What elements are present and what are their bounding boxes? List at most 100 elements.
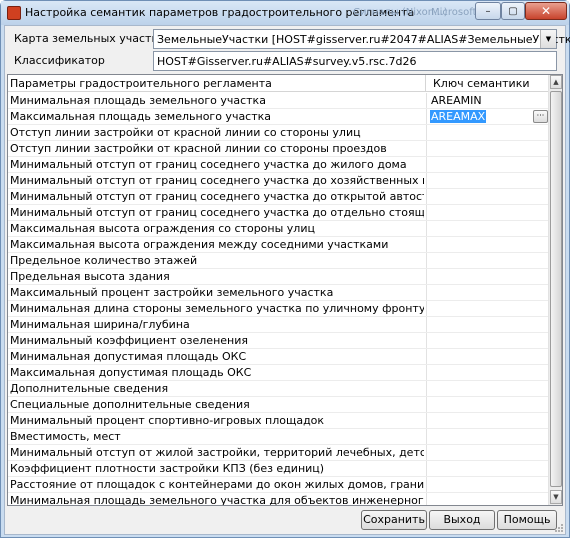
parameter-cell: Расстояние от площадок с контейнерами до… [10, 478, 424, 491]
semantic-key-cell[interactable] [426, 285, 549, 300]
parameter-cell: Минимальный отступ от жилой застройки, т… [10, 446, 424, 459]
chevron-down-icon[interactable]: ▼ [540, 30, 556, 48]
close-button[interactable]: ✕ [525, 2, 567, 20]
semantic-key-cell[interactable]: AREAMAX ··· [426, 109, 549, 124]
parameter-cell: Коэффициент плотности застройки КПЗ (без… [10, 462, 325, 475]
save-button[interactable]: Сохранить [361, 510, 427, 530]
map-field-label: Карта земельных участков [14, 32, 172, 45]
table-row[interactable]: Минимальная площадь земельного участка AR… [8, 93, 549, 109]
semantic-key-cell[interactable] [426, 461, 549, 476]
semantic-key-cell[interactable] [426, 221, 549, 236]
table-row[interactable]: Максимальная высота ограждения между сос… [8, 237, 549, 253]
map-select-value: ЗемельныеУчастки [HOST#gisserver.ru#2047… [157, 33, 570, 46]
parameter-cell: Отступ линии застройки от красной линии … [10, 126, 361, 139]
column-header-parameters[interactable]: Параметры градостроительного регламента [10, 77, 272, 90]
table-row[interactable]: Максимальная высота ограждения со сторон… [8, 221, 549, 237]
table-row[interactable]: Минимальный отступ от жилой застройки, т… [8, 445, 549, 461]
table-row[interactable]: Вместимость, мест [8, 429, 549, 445]
table-row[interactable]: Минимальный отступ от границ соседнего у… [8, 189, 549, 205]
table-row[interactable]: Минимальная ширина/глубина [8, 317, 549, 333]
semantic-key-value: AREAMAX [430, 110, 487, 123]
semantic-key-cell[interactable] [426, 237, 549, 252]
parameter-cell: Максимальная высота ограждения со сторон… [10, 222, 315, 235]
parameter-cell: Минимальная допустимая площадь ОКС [10, 350, 247, 363]
parameter-cell: Минимальная ширина/глубина [10, 318, 190, 331]
semantic-key-cell[interactable] [426, 301, 549, 316]
table-row[interactable]: Коэффициент плотности застройки КПЗ (без… [8, 461, 549, 477]
parameter-cell: Максимальная высота ограждения между сос… [10, 238, 389, 251]
semantic-key-cell[interactable] [426, 173, 549, 188]
semantic-key-cell[interactable] [426, 381, 549, 396]
parameter-cell: Минимальная длина стороны земельного уча… [10, 302, 424, 315]
parameter-cell: Максимальный процент застройки земельног… [10, 286, 334, 299]
table-row[interactable]: Предельная высота здания [8, 269, 549, 285]
scroll-up-icon[interactable]: ▲ [550, 75, 562, 89]
table-row[interactable]: Отступ линии застройки от красной линии … [8, 125, 549, 141]
title-bar[interactable]: Настройка семантик параметров градострои… [1, 1, 569, 25]
parameter-cell: Минимальный отступ от границ соседнего у… [10, 206, 424, 219]
parameter-cell: Максимальная допустимая площадь ОКС [10, 366, 252, 379]
map-select[interactable]: ЗемельныеУчастки [HOST#gisserver.ru#2047… [153, 29, 570, 49]
parameter-cell: Минимальный отступ от границ соседнего у… [10, 158, 407, 171]
table-row[interactable]: Минимальный отступ от границ соседнего у… [8, 205, 549, 221]
semantic-key-cell[interactable] [426, 333, 549, 348]
table-row[interactable]: Минимальный процент спортивно-игровых пл… [8, 413, 549, 429]
table-row[interactable]: Минимальная допустимая площадь ОКС [8, 349, 549, 365]
table-row[interactable]: Минимальная площадь земельного участка д… [8, 493, 549, 505]
parameter-cell: Специальные дополнительные сведения [10, 398, 250, 411]
parameter-cell: Отступ линии застройки от красной линии … [10, 142, 387, 155]
table-row[interactable]: Дополнительные сведения [8, 381, 549, 397]
parameter-cell: Максимальная площадь земельного участка [10, 110, 272, 123]
semantic-key-cell[interactable] [426, 493, 549, 505]
column-header-semantic-key[interactable]: Ключ семантики [433, 77, 530, 90]
semantic-key-cell[interactable] [426, 125, 549, 140]
table-row[interactable]: Отступ линии застройки от красной линии … [8, 141, 549, 157]
parameter-cell: Предельная высота здания [10, 270, 170, 283]
table-row[interactable]: Минимальный коэффициент озеленения [8, 333, 549, 349]
classifier-field-label: Классификатор [14, 54, 105, 67]
semantic-key-cell[interactable] [426, 157, 549, 172]
table-row[interactable]: Предельное количество этажей [8, 253, 549, 269]
semantic-key-cell[interactable] [426, 253, 549, 268]
minimize-button[interactable]: – [475, 2, 501, 20]
help-button[interactable]: Помощь [497, 510, 557, 530]
browse-semantic-button[interactable]: ··· [533, 110, 548, 123]
semantic-key-cell[interactable] [426, 429, 549, 444]
vertical-scrollbar[interactable]: ▲ ▼ [548, 75, 562, 505]
semantic-key-cell[interactable] [426, 349, 549, 364]
parameter-cell: Минимальный процент спортивно-игровых пл… [10, 414, 325, 427]
semantic-key-value: AREAMIN [431, 94, 482, 107]
column-divider[interactable] [425, 75, 426, 92]
semantic-key-cell[interactable] [426, 397, 549, 412]
scroll-thumb[interactable] [550, 91, 562, 487]
semantic-key-cell[interactable] [426, 205, 549, 220]
table-row[interactable]: Минимальный отступ от границ соседнего у… [8, 157, 549, 173]
grid-header: Параметры градостроительного регламента … [8, 75, 549, 92]
semantic-key-cell[interactable] [426, 317, 549, 332]
semantic-key-cell[interactable] [426, 365, 549, 380]
table-row[interactable]: Расстояние от площадок с контейнерами до… [8, 477, 549, 493]
semantic-key-cell[interactable] [426, 189, 549, 204]
parameters-grid[interactable]: Параметры градостроительного регламента … [7, 74, 563, 506]
semantic-key-cell[interactable] [426, 445, 549, 460]
table-row[interactable]: Максимальная допустимая площадь ОКС [8, 365, 549, 381]
scroll-down-icon[interactable]: ▼ [550, 490, 562, 504]
table-row[interactable]: Минимальный отступ от границ соседнего у… [8, 173, 549, 189]
semantic-key-cell[interactable] [426, 413, 549, 428]
semantic-key-cell[interactable] [426, 141, 549, 156]
table-row[interactable]: Максимальная площадь земельного участка A… [8, 109, 549, 125]
exit-button[interactable]: Выход [429, 510, 495, 530]
table-row[interactable]: Максимальный процент застройки земельног… [8, 285, 549, 301]
table-row[interactable]: Специальные дополнительные сведения [8, 397, 549, 413]
maximize-button[interactable]: ▢ [501, 2, 525, 20]
parameter-cell: Минимальный отступ от границ соседнего у… [10, 174, 424, 187]
parameter-cell: Минимальный коэффициент озеленения [10, 334, 248, 347]
app-icon [7, 6, 21, 20]
table-row[interactable]: Минимальная длина стороны земельного уча… [8, 301, 549, 317]
semantic-key-cell[interactable]: AREAMIN [426, 93, 549, 108]
semantic-key-cell[interactable] [426, 477, 549, 492]
classifier-input[interactable]: HOST#Gisserver.ru#ALIAS#survey.v5.rsc.7d… [153, 51, 557, 71]
classifier-input-value: HOST#Gisserver.ru#ALIAS#survey.v5.rsc.7d… [157, 55, 417, 68]
semantic-key-cell[interactable] [426, 269, 549, 284]
resize-grip-icon[interactable] [554, 523, 564, 533]
